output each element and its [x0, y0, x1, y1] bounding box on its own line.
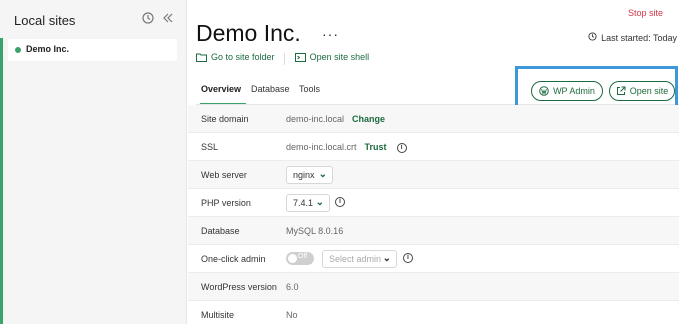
chevron-down-icon: ⌄ — [315, 197, 324, 208]
wordpress-version-value: 6.0 — [286, 282, 299, 292]
row-value: demo-inc.local.crt Trust i — [286, 142, 407, 153]
toggle-state: Off — [298, 253, 308, 260]
row-label: One-click admin — [201, 254, 266, 264]
row-multisite: Multisite No — [188, 301, 679, 324]
sidebar-title: Local sites — [14, 13, 76, 28]
info-icon[interactable]: i — [403, 253, 413, 263]
folder-icon — [196, 53, 207, 62]
ssl-value: demo-inc.local.crt — [286, 142, 357, 152]
stop-site-button[interactable]: Stop site — [628, 8, 663, 18]
row-label: Web server — [201, 170, 247, 180]
go-to-site-folder-link[interactable]: Go to site folder — [196, 52, 275, 62]
sidebar: Local sites Demo Inc. — [0, 0, 187, 324]
row-value: demo-inc.local Change — [286, 114, 385, 124]
site-links: Go to site folder Open site shell — [196, 52, 369, 66]
clock-icon — [588, 32, 597, 41]
site-domain-value: demo-inc.local — [286, 114, 345, 124]
row-label: Database — [201, 226, 240, 236]
link-divider — [284, 53, 286, 66]
row-label: PHP version — [201, 198, 251, 208]
row-php-version: PHP version 7.4.1 ⌄ i — [188, 189, 679, 217]
database-value: MySQL 8.0.16 — [286, 226, 344, 236]
collapse-sidebar-icon[interactable] — [161, 12, 175, 26]
open-site-button[interactable]: Open site — [609, 81, 675, 101]
select-admin-dropdown[interactable]: Select admin ⌄ — [322, 250, 397, 268]
php-version-select[interactable]: 7.4.1 ⌄ — [286, 194, 330, 212]
row-label: Multisite — [201, 310, 235, 320]
select-admin-placeholder: Select admin — [329, 254, 382, 264]
row-web-server: Web server nginx ⌄ — [188, 161, 679, 189]
tab-tools[interactable]: Tools — [299, 84, 320, 94]
row-label: SSL — [201, 142, 219, 152]
row-label: WordPress version — [201, 282, 277, 292]
toggle-knob — [288, 254, 297, 263]
row-database: Database MySQL 8.0.16 — [188, 217, 679, 245]
php-version-value: 7.4.1 — [293, 198, 314, 208]
site-details: Site domain demo-inc.local Change SSL dem… — [188, 105, 679, 324]
last-started-text: Last started: Today — [601, 33, 677, 43]
wordpress-icon — [539, 86, 549, 96]
chevron-down-icon: ⌄ — [318, 169, 327, 180]
open-site-shell-link[interactable]: Open site shell — [294, 52, 370, 62]
last-started: Last started: Today — [588, 32, 677, 43]
web-server-select[interactable]: nginx ⌄ — [286, 166, 333, 184]
trust-link[interactable]: Trust — [365, 142, 387, 152]
tab-overview[interactable]: Overview — [201, 84, 241, 94]
go-to-site-folder-label: Go to site folder — [211, 52, 275, 62]
row-ssl: SSL demo-inc.local.crt Trust i — [188, 133, 679, 161]
site-status-dot — [15, 47, 21, 53]
multisite-value: No — [286, 310, 298, 320]
history-icon[interactable] — [141, 12, 155, 26]
external-link-icon — [616, 86, 626, 95]
wp-admin-button[interactable]: WP Admin — [531, 81, 603, 101]
info-icon[interactable]: i — [335, 197, 345, 207]
row-wordpress-version: WordPress version 6.0 — [188, 273, 679, 301]
change-domain-link[interactable]: Change — [352, 114, 385, 124]
wp-admin-label: WP Admin — [553, 86, 595, 96]
terminal-icon — [294, 52, 306, 62]
chevron-down-icon: ⌄ — [382, 253, 391, 264]
sidebar-accent-bar — [0, 38, 3, 324]
open-site-shell-label: Open site shell — [309, 52, 370, 62]
one-click-admin-toggle[interactable]: Off — [286, 252, 314, 265]
row-one-click-admin: One-click admin Off Select admin ⌄ i — [188, 245, 679, 273]
page-title: Demo Inc. — [196, 20, 301, 46]
site-list-item[interactable]: Demo Inc. — [8, 39, 177, 61]
row-site-domain: Site domain demo-inc.local Change — [188, 105, 679, 133]
tab-database[interactable]: Database — [251, 84, 290, 94]
row-label: Site domain — [201, 114, 249, 124]
more-options-icon[interactable]: ··· — [322, 26, 339, 42]
site-list-item-name: Demo Inc. — [26, 44, 70, 54]
info-icon[interactable]: i — [396, 142, 407, 153]
web-server-value: nginx — [293, 170, 315, 180]
open-site-label: Open site — [629, 86, 669, 96]
